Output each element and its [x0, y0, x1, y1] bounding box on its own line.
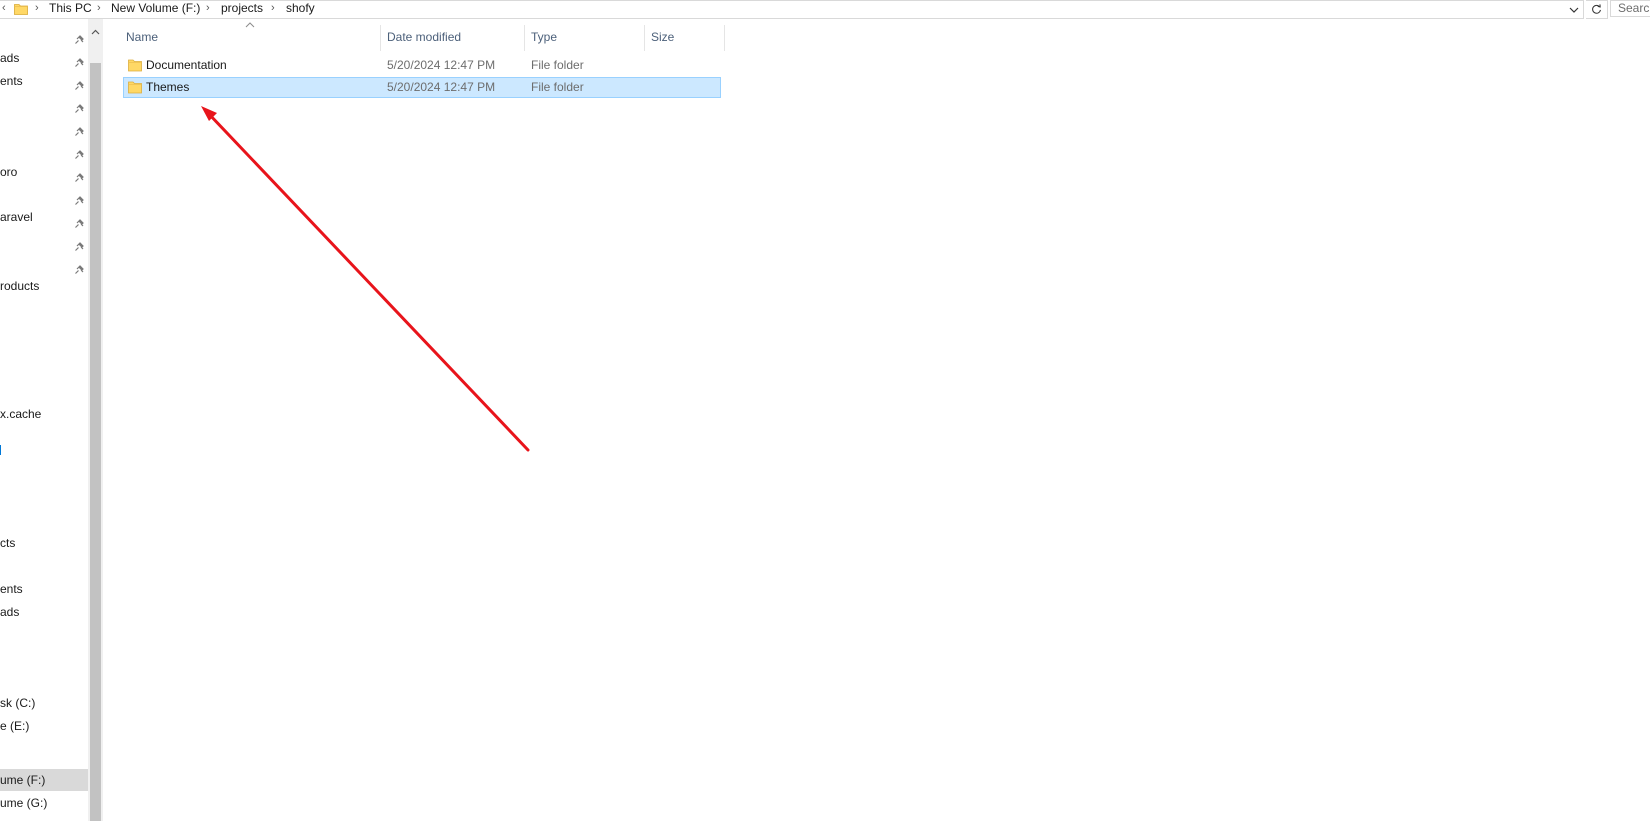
focus-marker [0, 445, 1, 455]
file-name[interactable]: Documentation [146, 55, 227, 76]
nav-item-label: cts [0, 536, 16, 550]
nav-item[interactable]: roducts [0, 275, 88, 297]
nav-item-label: oro [0, 165, 18, 179]
breadcrumb-separator[interactable]: › [206, 1, 210, 18]
column-header-date-modified[interactable]: Date modified [387, 24, 523, 51]
nav-item-label: e (E:) [0, 719, 30, 733]
file-type: File folder [531, 58, 584, 72]
refresh-icon [1592, 4, 1601, 14]
folder-icon [14, 4, 28, 15]
nav-item-label: aravel [0, 210, 33, 224]
file-row-themes[interactable]: Themes 5/20/2024 12:47 PM File folder [123, 77, 721, 98]
pin-icon[interactable] [74, 263, 86, 275]
scroll-up-button[interactable] [88, 19, 103, 45]
nav-item-label: roducts [0, 279, 40, 293]
nav-scrollbar[interactable] [88, 19, 103, 821]
pin-icon[interactable] [74, 240, 86, 252]
breadcrumb-new-volume[interactable]: New Volume (F:) [111, 1, 200, 18]
nav-item-label: ents [0, 582, 23, 596]
folder-icon [128, 59, 142, 72]
annotation-arrow [201, 106, 530, 452]
column-header-type[interactable]: Type [531, 24, 643, 51]
nav-item[interactable]: e (E:) [0, 715, 88, 737]
search-input[interactable]: Search [1610, 0, 1650, 17]
nav-item[interactable]: ads [0, 601, 88, 623]
pin-icon[interactable] [74, 194, 86, 206]
nav-item-label: ents [0, 74, 23, 88]
folder-icon [128, 81, 142, 94]
pin-icon[interactable] [74, 217, 86, 229]
scroll-thumb[interactable] [90, 63, 101, 821]
nav-item-label: ads [0, 51, 20, 65]
file-name[interactable]: Themes [146, 77, 189, 98]
pin-icon[interactable] [74, 56, 86, 68]
file-date-modified: 5/20/2024 12:47 PM [387, 58, 496, 72]
nav-item-label: sk (C:) [0, 696, 36, 710]
pin-icon[interactable] [74, 148, 86, 160]
nav-item[interactable]: cts [0, 532, 88, 554]
pin-icon[interactable] [74, 102, 86, 114]
address-history-dropdown[interactable] [1564, 1, 1584, 18]
nav-item-label: ume (G:) [0, 796, 48, 810]
chevron-up-icon [91, 29, 100, 35]
column-divider[interactable] [380, 25, 381, 51]
nav-item-label: ads [0, 605, 20, 619]
file-date-modified: 5/20/2024 12:47 PM [387, 80, 496, 94]
nav-item[interactable]: sk (C:) [0, 692, 88, 714]
annotation-arrow-head [201, 106, 217, 121]
file-row-documentation[interactable]: Documentation 5/20/2024 12:47 PM File fo… [123, 55, 721, 76]
column-divider[interactable] [524, 25, 525, 51]
column-header-name[interactable]: Name [126, 24, 379, 51]
breadcrumb-separator[interactable]: › [271, 1, 275, 18]
column-divider[interactable] [644, 25, 645, 51]
pin-icon[interactable] [74, 79, 86, 91]
column-header-size[interactable]: Size [651, 24, 723, 51]
pin-icon[interactable] [74, 33, 86, 45]
chevron-down-icon [1569, 7, 1579, 13]
pin-icon[interactable] [74, 125, 86, 137]
column-divider[interactable] [724, 25, 725, 51]
breadcrumb-separator[interactable]: › [35, 1, 39, 18]
address-bar-row: ‹ › This PC › New Volume (F:) › projects… [0, 0, 1650, 19]
breadcrumb-separator[interactable]: › [97, 1, 101, 18]
file-type: File folder [531, 80, 584, 94]
breadcrumb-chevron[interactable]: ‹ [2, 1, 6, 18]
address-bar[interactable]: ‹ › This PC › New Volume (F:) › projects… [0, 0, 1584, 19]
annotation-arrow-shaft [206, 111, 530, 452]
nav-item-selected[interactable]: ume (F:) [0, 769, 88, 791]
nav-item[interactable]: x.cache [0, 403, 88, 425]
nav-item-label: x.cache [0, 407, 42, 421]
nav-item-label: ume (F:) [0, 773, 46, 787]
pin-icon[interactable] [74, 171, 86, 183]
breadcrumb-shofy[interactable]: shofy [286, 1, 315, 18]
breadcrumb-this-pc[interactable]: This PC [49, 1, 92, 18]
nav-item[interactable]: ents [0, 578, 88, 600]
nav-item[interactable]: ume (G:) [0, 792, 88, 814]
breadcrumb-projects[interactable]: projects [221, 1, 263, 18]
refresh-button[interactable] [1586, 0, 1608, 19]
